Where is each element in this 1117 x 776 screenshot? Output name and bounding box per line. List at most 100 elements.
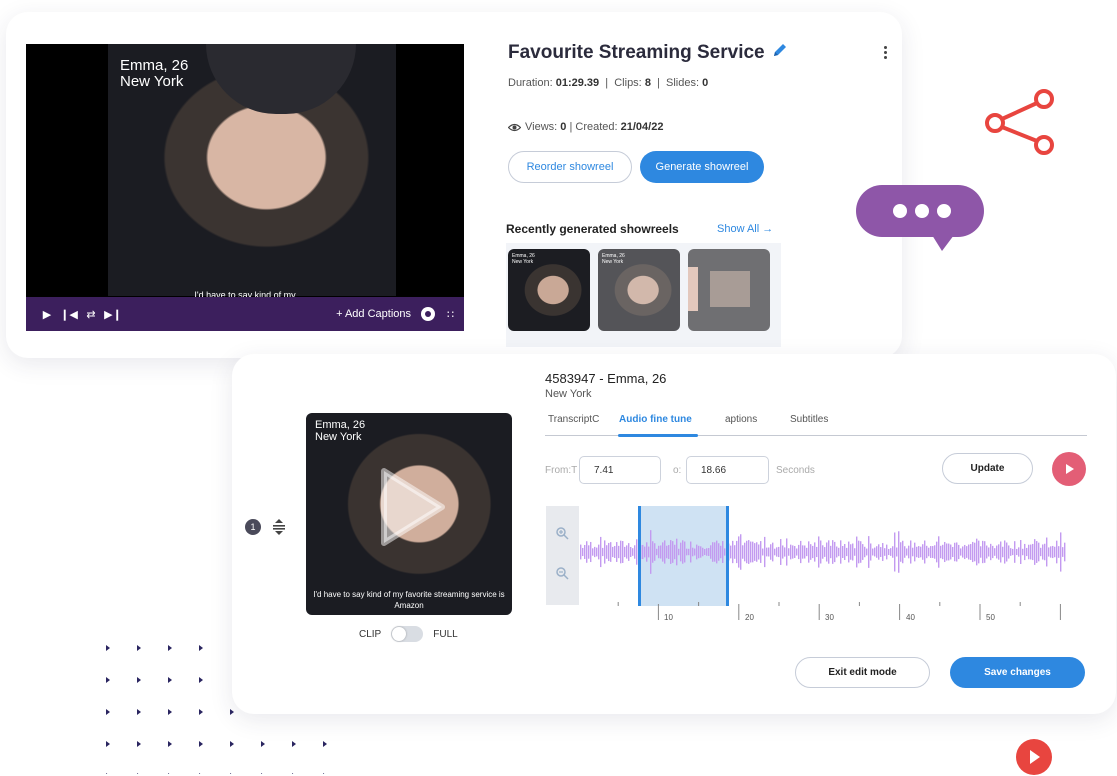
duration-label: Duration:: [508, 77, 553, 89]
decorative-dot: [106, 677, 110, 683]
waveform-bar: [774, 548, 776, 556]
waveform-bar: [612, 546, 614, 558]
waveform-bar: [858, 540, 860, 564]
waveform-bar: [598, 544, 600, 560]
loop-icon[interactable]: ⇄: [80, 308, 102, 321]
waveform-bar: [926, 545, 928, 559]
preview-play-button[interactable]: [1052, 452, 1086, 486]
save-changes-button[interactable]: Save changes: [950, 657, 1085, 688]
skip-forward-icon[interactable]: ▶❙: [102, 308, 124, 321]
tab-subtitles[interactable]: Subtitles: [790, 414, 828, 425]
waveform-bar: [788, 548, 790, 556]
waveform-bar: [960, 548, 962, 556]
tab-audio-fine-tune[interactable]: Audio fine tune: [619, 414, 692, 425]
waveform-bar: [950, 544, 952, 560]
skip-back-icon[interactable]: ❙◀: [58, 308, 80, 321]
waveform-bar: [896, 547, 898, 557]
waveform-bar: [632, 548, 634, 556]
waveform-bar: [688, 548, 690, 556]
waveform-bar: [770, 544, 772, 560]
waveform-bar: [630, 546, 632, 558]
waveform-bar: [884, 548, 886, 556]
clip-full-toggle[interactable]: [391, 626, 424, 642]
waveform-bar: [750, 541, 752, 563]
exit-edit-mode-button[interactable]: Exit edit mode: [795, 657, 930, 688]
waveform-bar: [708, 548, 710, 556]
waveform-bar: [914, 542, 916, 562]
tick-label: 20: [745, 613, 754, 622]
waveform-bar: [976, 538, 978, 566]
waveform-bar: [930, 546, 932, 558]
views-label: Views:: [525, 121, 558, 133]
play-overlay-icon[interactable]: [376, 467, 446, 547]
waveform-bar: [906, 548, 908, 556]
audio-waveform[interactable]: [580, 506, 1070, 626]
waveform-bar: [732, 540, 734, 564]
update-button[interactable]: Update: [942, 453, 1033, 484]
waveform-bar: [582, 547, 584, 557]
add-captions-button[interactable]: + Add Captions: [336, 308, 411, 320]
waveform-bar: [602, 547, 604, 557]
views-value: 0: [560, 121, 567, 133]
waveform-bar: [786, 538, 788, 566]
showreel-thumbnail[interactable]: Emma, 26 New York: [508, 249, 590, 331]
waveform-bar: [744, 542, 746, 562]
settings-icon[interactable]: [421, 307, 435, 321]
waveform-bar: [1064, 542, 1066, 562]
waveform-bar: [992, 545, 994, 559]
waveform-bar: [1008, 545, 1010, 559]
waveform-bar: [1004, 540, 1006, 564]
show-all-link[interactable]: Show All →: [717, 223, 773, 235]
waveform-bar: [856, 536, 858, 568]
pencil-icon[interactable]: [772, 42, 788, 60]
waveform-bar: [682, 540, 684, 564]
to-time-input[interactable]: 18.66: [686, 456, 769, 484]
fullscreen-icon[interactable]: ∷: [447, 308, 454, 321]
waveform-bar: [996, 545, 998, 559]
waveform-bar: [928, 547, 930, 557]
zoom-in-icon[interactable]: [555, 526, 569, 540]
waveform-bar: [818, 536, 820, 568]
waveform-bar: [628, 543, 630, 561]
decorative-dot-pattern: [106, 645, 327, 774]
waveform-bar: [874, 547, 876, 557]
waveform-bar: [900, 542, 902, 562]
tab-transcript[interactable]: TranscriptC: [548, 414, 599, 425]
video-player[interactable]: Emma, 26 New York I'd have to say kind o…: [26, 44, 464, 331]
decorative-dot: [199, 773, 201, 774]
kebab-menu-icon[interactable]: [884, 46, 888, 60]
tab-captions[interactable]: aptions: [725, 414, 757, 425]
waveform-bar: [988, 547, 990, 557]
waveform-bar: [968, 544, 970, 560]
waveform-bar: [1034, 539, 1036, 565]
waveform-bar: [808, 541, 810, 563]
waveform-bar: [798, 544, 800, 560]
drag-handle-icon[interactable]: [272, 519, 286, 535]
waveform-bar: [936, 541, 938, 563]
waveform-bar: [584, 545, 586, 559]
from-time-input[interactable]: 7.41: [579, 456, 661, 484]
waveform-bar: [706, 548, 708, 556]
waveform-bar: [618, 545, 620, 559]
clip-caption: I'd have to say kind of my favorite stre…: [313, 590, 505, 610]
waveform-bar: [970, 544, 972, 560]
reorder-showreel-button[interactable]: Reorder showreel: [508, 151, 632, 183]
play-icon[interactable]: ▶: [36, 308, 58, 321]
waveform-bar: [778, 546, 780, 558]
generate-showreel-button[interactable]: Generate showreel: [640, 151, 764, 183]
waveform-bar: [828, 540, 830, 564]
decorative-dot: [168, 645, 172, 651]
showreel-thumbnail[interactable]: [688, 249, 770, 331]
waveform-bar: [782, 545, 784, 559]
zoom-out-icon[interactable]: [555, 566, 569, 580]
overlay-name: Emma, 26: [120, 57, 189, 74]
waveform-bar: [596, 547, 598, 557]
waveform-bar: [846, 547, 848, 557]
waveform-bar: [1044, 543, 1046, 561]
waveform-bar: [748, 540, 750, 564]
decorative-dot: [230, 741, 234, 747]
showreel-thumbnail[interactable]: Emma, 26 New York: [598, 249, 680, 331]
waveform-bar: [738, 536, 740, 568]
clip-preview[interactable]: Emma, 26 New York I'd have to say kind o…: [306, 413, 512, 615]
player-controls: ▶ ❙◀ ⇄ ▶❙ + Add Captions ∷: [26, 297, 464, 331]
